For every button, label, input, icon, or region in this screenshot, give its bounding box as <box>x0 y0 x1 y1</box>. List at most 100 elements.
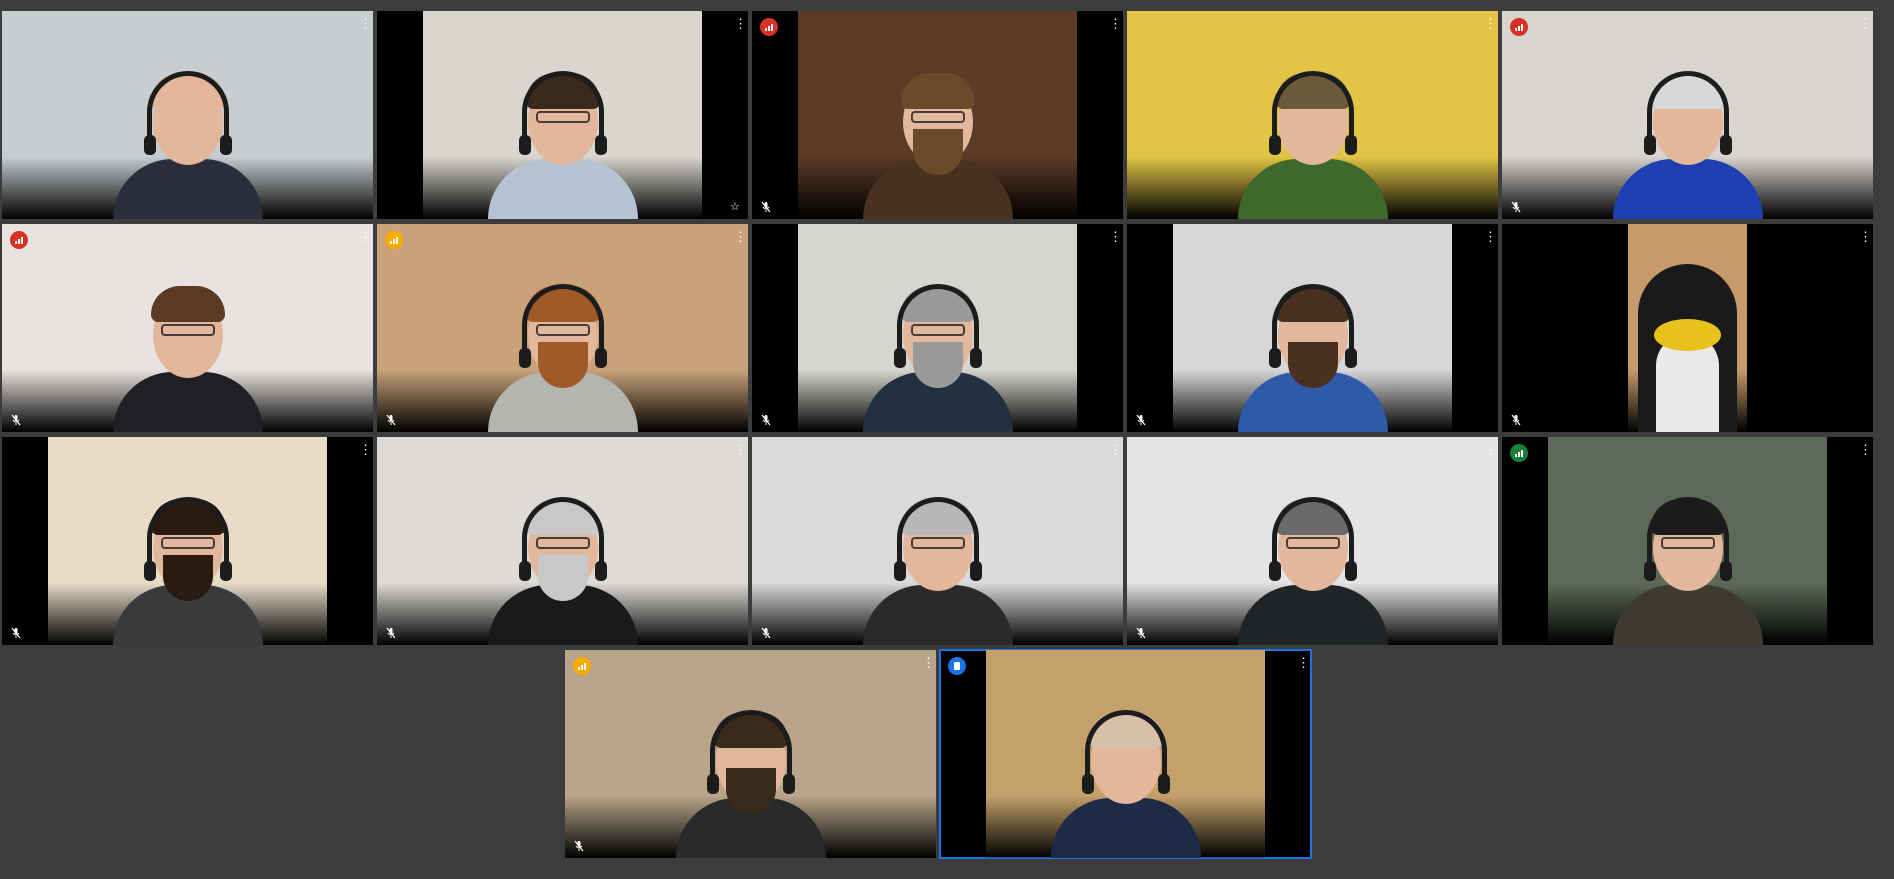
participant-person <box>1612 495 1763 645</box>
participant-tile[interactable]: ⋮ <box>752 437 1123 645</box>
participant-torso <box>1237 159 1388 219</box>
participant-video <box>1502 11 1873 219</box>
participant-tile[interactable]: ⋮ <box>565 650 936 858</box>
more-vert-icon[interactable]: ⋮ <box>734 230 747 246</box>
participant-tile[interactable]: ⋮ <box>377 224 748 432</box>
participant-person <box>1237 495 1388 645</box>
headset-icon <box>518 284 607 368</box>
participant-video <box>1173 224 1452 432</box>
signal-bar <box>18 239 20 244</box>
participant-person <box>675 708 826 858</box>
mic-off-icon <box>761 414 771 426</box>
more-vert-icon[interactable]: ⋮ <box>359 17 372 33</box>
signal-bar <box>771 24 773 31</box>
signal-bar <box>1518 452 1520 457</box>
more-vert-icon[interactable]: ⋮ <box>1297 656 1310 672</box>
signal-bars-icon <box>1510 444 1528 462</box>
headset-icon <box>518 71 607 155</box>
participant-tile[interactable]: ⋮ <box>939 649 1312 859</box>
more-vert-icon[interactable]: ⋮ <box>734 17 747 33</box>
speaker-glyph <box>954 662 960 670</box>
more-vert-icon[interactable]: ⋮ <box>1484 17 1497 33</box>
mic-off-icon <box>1136 627 1146 639</box>
participant-tile[interactable]: ⋮ <box>1127 224 1498 432</box>
participant-video <box>48 437 327 645</box>
penguin-beak <box>1654 319 1721 351</box>
participant-hair <box>900 73 975 109</box>
participant-tile[interactable]: ⋮ <box>1127 11 1498 219</box>
video-call-grid: ⋮ ⋮ ☆ ⋮ ⋮ ⋮ ⋮ ⋮ ⋮ ⋮ ⋮ ⋮ ⋮ ⋮ ⋮ ⋮ ⋮ ⋮ <box>0 0 1894 879</box>
signal-bar <box>390 241 392 244</box>
participant-person <box>112 69 263 219</box>
participant-torso <box>1050 798 1201 858</box>
pin-star-icon[interactable]: ☆ <box>730 201 742 213</box>
participant-video <box>1127 11 1498 219</box>
signal-bar <box>1521 450 1523 457</box>
headset-icon <box>1643 71 1732 155</box>
participant-tile[interactable]: ⋮ <box>1502 11 1873 219</box>
active-speaker-icon <box>948 657 966 675</box>
mic-off-icon <box>761 201 771 213</box>
more-vert-icon[interactable]: ⋮ <box>1484 443 1497 459</box>
signal-bar <box>581 665 583 670</box>
more-vert-icon[interactable]: ⋮ <box>1109 443 1122 459</box>
signal-bars-icon <box>385 231 403 249</box>
headset-icon <box>518 497 607 581</box>
participant-torso <box>862 585 1013 645</box>
signal-bar <box>1515 454 1517 457</box>
participant-person <box>112 282 263 432</box>
participant-video <box>2 224 373 432</box>
participant-video <box>377 437 748 645</box>
participant-tile[interactable]: ⋮ ☆ <box>377 11 748 219</box>
participant-tile[interactable]: ⋮ <box>1502 437 1873 645</box>
participant-person <box>1050 708 1201 858</box>
signal-bar <box>768 26 770 31</box>
participant-person <box>862 282 1013 432</box>
headset-icon <box>143 497 232 581</box>
participant-video <box>2 11 373 219</box>
mic-off-icon <box>1136 414 1146 426</box>
signal-bar <box>765 28 767 31</box>
signal-bars-icon <box>1510 18 1528 36</box>
more-vert-icon[interactable]: ⋮ <box>1109 230 1122 246</box>
more-vert-icon[interactable]: ⋮ <box>1859 230 1872 246</box>
participant-tile[interactable]: ⋮ <box>1127 437 1498 645</box>
participant-tile[interactable]: ⋮ <box>2 224 373 432</box>
participant-video <box>752 437 1123 645</box>
participant-video <box>565 650 936 858</box>
more-vert-icon[interactable]: ⋮ <box>734 443 747 459</box>
participant-torso <box>1612 585 1763 645</box>
headset-icon <box>1643 497 1732 581</box>
more-vert-icon[interactable]: ⋮ <box>359 443 372 459</box>
participant-person <box>862 69 1013 219</box>
more-vert-icon[interactable]: ⋮ <box>1859 443 1872 459</box>
headset-icon <box>143 71 232 155</box>
participant-video <box>1127 437 1498 645</box>
participant-torso <box>1612 159 1763 219</box>
more-vert-icon[interactable]: ⋮ <box>1109 17 1122 33</box>
more-vert-icon[interactable]: ⋮ <box>1484 230 1497 246</box>
participant-tile[interactable]: ⋮ <box>752 11 1123 219</box>
participant-video <box>986 650 1265 858</box>
signal-bar <box>1518 26 1520 31</box>
signal-bars-icon <box>573 657 591 675</box>
mic-off-icon <box>761 627 771 639</box>
participant-video <box>798 224 1077 432</box>
participant-tile[interactable]: ⋮ <box>1502 224 1873 432</box>
participant-person <box>487 282 638 432</box>
signal-bars-icon <box>760 18 778 36</box>
mic-off-icon <box>386 414 396 426</box>
headset-icon <box>1268 71 1357 155</box>
more-vert-icon[interactable]: ⋮ <box>922 656 935 672</box>
participant-tile[interactable]: ⋮ <box>752 224 1123 432</box>
more-vert-icon[interactable]: ⋮ <box>359 230 372 246</box>
participant-tile[interactable]: ⋮ <box>377 437 748 645</box>
participant-tile[interactable]: ⋮ <box>2 437 373 645</box>
mic-off-icon <box>574 840 584 852</box>
headset-icon <box>1268 284 1357 368</box>
mic-off-icon <box>1511 201 1521 213</box>
participant-person <box>112 495 263 645</box>
participant-tile[interactable]: ⋮ <box>2 11 373 219</box>
more-vert-icon[interactable]: ⋮ <box>1859 17 1872 33</box>
participant-torso <box>487 159 638 219</box>
